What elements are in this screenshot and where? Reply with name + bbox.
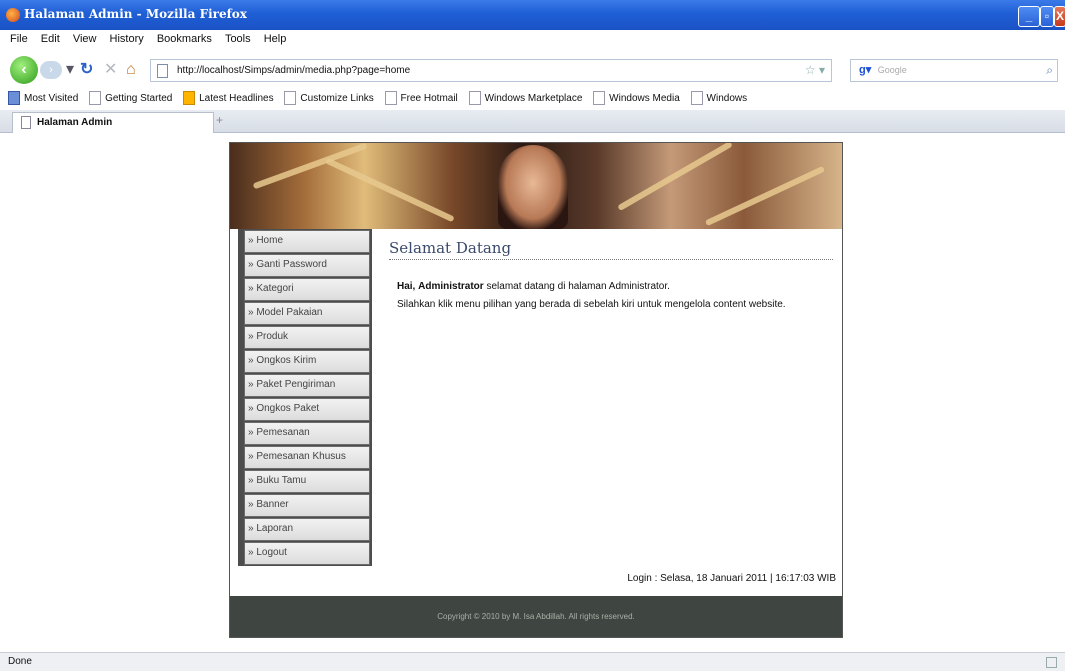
- bookmark-latest-headlines[interactable]: Latest Headlines: [183, 90, 274, 108]
- instruction-text: Silahkan klik menu pilihan yang berada d…: [397, 299, 786, 310]
- banner-decoration: [617, 143, 733, 212]
- firefox-icon: [6, 8, 20, 22]
- back-arrow-icon[interactable]: ‹: [10, 56, 38, 84]
- bookmark-star-icon[interactable]: ☆ ▾: [805, 60, 825, 81]
- page-icon: [284, 91, 297, 106]
- menu-help[interactable]: Help: [264, 33, 287, 45]
- resize-grip-icon[interactable]: [1046, 657, 1057, 668]
- home-icon[interactable]: ⌂: [126, 60, 136, 80]
- page-icon: [468, 91, 481, 106]
- main-content: Selamat Datang Hai, Administrator selama…: [377, 229, 837, 566]
- banner-decoration: [252, 143, 368, 190]
- search-icon[interactable]: ⌕: [1046, 60, 1053, 81]
- tab-bar: Halaman Admin +: [0, 110, 1065, 133]
- bookmark-windows[interactable]: Windows: [690, 90, 747, 108]
- sidebar-item-pemesanan[interactable]: » Pemesanan: [244, 422, 370, 445]
- sidebar-item-kategori[interactable]: » Kategori: [244, 278, 370, 301]
- bookmark-customize-links[interactable]: Customize Links: [284, 90, 374, 108]
- forward-arrow-icon[interactable]: ›: [40, 61, 62, 79]
- reload-icon[interactable]: ↻: [80, 60, 93, 80]
- page-icon: [690, 91, 703, 106]
- menu-history[interactable]: History: [110, 33, 144, 45]
- status-text: Done: [8, 656, 32, 667]
- welcome-prefix: Hai,: [397, 281, 416, 292]
- bookmark-most-visited[interactable]: Most Visited: [8, 90, 78, 108]
- page-icon: [89, 91, 102, 106]
- stop-icon[interactable]: ✕: [104, 60, 117, 80]
- copyright-text: Copyright © 2010 by M. Isa Abdillah. All…: [437, 612, 635, 621]
- sidebar-item-paket-pengiriman[interactable]: » Paket Pengiriman: [244, 374, 370, 397]
- rss-icon: [183, 91, 196, 106]
- page-icon: [21, 115, 31, 129]
- banner-decoration: [704, 165, 826, 227]
- sidebar-item-home[interactable]: » Home: [244, 230, 370, 253]
- window-titlebar: Halaman Admin - Mozilla Firefox _ ▫ X: [0, 0, 1065, 30]
- bookmark-free-hotmail[interactable]: Free Hotmail: [384, 90, 458, 108]
- new-tab-icon[interactable]: +: [216, 113, 223, 127]
- login-info: Login : Selasa, 18 Januari 2011 | 16:17:…: [230, 573, 842, 584]
- sidebar-item-ongkos-kirim[interactable]: » Ongkos Kirim: [244, 350, 370, 373]
- menu-edit[interactable]: Edit: [41, 33, 60, 45]
- navigation-toolbar: ‹ › ▾ ↻ ✕ ⌂ http://localhost/Simps/admin…: [0, 52, 1065, 88]
- menu-view[interactable]: View: [73, 33, 97, 45]
- sidebar-item-model-pakaian[interactable]: » Model Pakaian: [244, 302, 370, 325]
- welcome-text: Hai, Administrator selamat datang di hal…: [397, 281, 670, 292]
- admin-page: » Home » Ganti Password » Kategori » Mod…: [229, 142, 843, 638]
- status-bar: Done: [0, 652, 1065, 671]
- page-footer: Copyright © 2010 by M. Isa Abdillah. All…: [230, 596, 842, 637]
- tab-halaman-admin[interactable]: Halaman Admin: [12, 112, 214, 133]
- search-placeholder: Google: [877, 65, 907, 75]
- sidebar-item-banner[interactable]: » Banner: [244, 494, 370, 517]
- menu-file[interactable]: File: [10, 33, 28, 45]
- welcome-suffix: selamat datang di halaman Administrator.: [486, 281, 670, 292]
- bookmark-windows-marketplace[interactable]: Windows Marketplace: [468, 90, 582, 108]
- bookmark-getting-started[interactable]: Getting Started: [89, 90, 172, 108]
- google-icon[interactable]: g▾: [859, 60, 871, 81]
- menubar: File Edit View History Bookmarks Tools H…: [0, 33, 1065, 49]
- sidebar-item-ganti-password[interactable]: » Ganti Password: [244, 254, 370, 277]
- banner-model-image: [498, 145, 568, 229]
- page-icon: [593, 91, 606, 106]
- history-dropdown-icon[interactable]: ▾: [66, 60, 74, 80]
- banner-decoration: [325, 157, 455, 223]
- welcome-user: Administrator: [418, 281, 484, 292]
- close-button[interactable]: X: [1054, 6, 1065, 27]
- page-icon: [384, 91, 397, 106]
- minimize-button[interactable]: _: [1018, 6, 1040, 27]
- sidebar-item-ongkos-paket[interactable]: » Ongkos Paket: [244, 398, 370, 421]
- header-banner: [230, 143, 842, 229]
- bookmark-icon: [8, 91, 20, 106]
- address-bar[interactable]: http://localhost/Simps/admin/media.php?p…: [150, 59, 832, 82]
- bookmark-windows-media[interactable]: Windows Media: [593, 90, 680, 108]
- sidebar-item-laporan[interactable]: » Laporan: [244, 518, 370, 541]
- login-timestamp: Login : Selasa, 18 Januari 2011 | 16:17:…: [627, 573, 836, 584]
- window-title: Halaman Admin - Mozilla Firefox: [24, 7, 247, 21]
- admin-sidebar: » Home » Ganti Password » Kategori » Mod…: [238, 229, 372, 566]
- sidebar-item-pemesanan-khusus[interactable]: » Pemesanan Khusus: [244, 446, 370, 469]
- sidebar-item-logout[interactable]: » Logout: [244, 542, 370, 565]
- menu-bookmarks[interactable]: Bookmarks: [157, 33, 212, 45]
- page-icon: [157, 64, 168, 78]
- search-input[interactable]: g▾ Google ⌕: [850, 59, 1058, 82]
- maximize-button[interactable]: ▫: [1040, 6, 1054, 27]
- menu-tools[interactable]: Tools: [225, 33, 251, 45]
- bookmarks-toolbar: Most Visited Getting Started Latest Head…: [0, 90, 1065, 108]
- page-title: Selamat Datang: [389, 239, 833, 260]
- sidebar-item-produk[interactable]: » Produk: [244, 326, 370, 349]
- sidebar-item-buku-tamu[interactable]: » Buku Tamu: [244, 470, 370, 493]
- url-text: http://localhost/Simps/admin/media.php?p…: [177, 65, 411, 76]
